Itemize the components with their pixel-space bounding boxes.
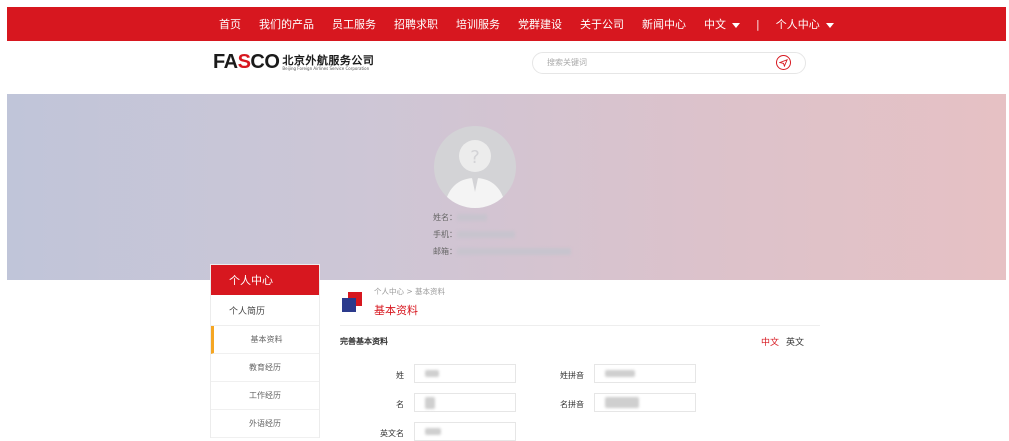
lang-toggle-chinese[interactable]: 中文 [761,338,779,348]
sidebar-item-basic-info[interactable]: 基本资料 [211,326,319,354]
chevron-down-icon [825,22,834,28]
page-title: 基本资料 [374,304,418,317]
english-name-label: 英文名 [380,429,404,438]
profile-name-row: 姓名： [433,209,571,226]
sidebar-header: 个人中心 [211,265,319,295]
nav-item-about[interactable]: 关于公司 [580,16,624,32]
language-toggle: 中文 英文 [761,335,804,348]
nav-separator: | [756,17,760,31]
lang-toggle-english[interactable]: 英文 [786,338,804,348]
profile-summary: 姓名： 手机： 邮箱： [433,209,571,260]
given-pinyin-label: 名拼音 [560,400,584,409]
given-name-field[interactable] [414,393,516,412]
nav-item-employee-services[interactable]: 员工服务 [332,16,376,32]
nav-item-training[interactable]: 培训服务 [456,16,500,32]
surname-field[interactable] [414,364,516,383]
nav-item-products[interactable]: 我们的产品 [259,16,314,32]
default-avatar-icon: ? [444,140,506,208]
given-name-label: 名 [396,400,404,409]
sidebar: 个人中心 个人简历 基本资料 教育经历 工作经历 外语经历 [210,264,320,438]
top-nav-bar: 首页 我们的产品 员工服务 招聘求职 培训服务 党群建设 关于公司 新闻中心 中… [7,7,1006,41]
english-name-field[interactable] [414,422,516,441]
surname-label: 姓 [396,371,404,380]
logo-chinese-name: 北京外航服务公司 [282,53,375,67]
svg-text:?: ? [470,147,480,168]
avatar[interactable]: ? [434,126,516,208]
nav-items: 首页 我们的产品 员工服务 招聘求职 培训服务 党群建设 关于公司 新闻中心 中… [219,7,852,41]
section-title-icon [342,292,362,312]
logo-wordmark: FASCO [213,51,280,73]
account-label: 个人中心 [775,18,820,31]
plane-search-icon[interactable] [776,55,791,70]
language-dropdown[interactable]: 中文 [704,16,740,32]
search-input[interactable] [545,57,769,68]
divider [340,325,820,326]
nav-item-home[interactable]: 首页 [219,16,241,32]
surname-pinyin-label: 姓拼音 [560,371,584,380]
account-dropdown[interactable]: 个人中心 [776,16,834,32]
nav-item-party-building[interactable]: 党群建设 [518,16,562,32]
sidebar-item-education[interactable]: 教育经历 [211,354,319,382]
nav-item-news[interactable]: 新闻中心 [642,16,686,32]
breadcrumb: 个人中心 > 基本资料 [374,287,446,296]
surname-pinyin-field[interactable] [594,364,696,383]
given-pinyin-field[interactable] [594,393,696,412]
profile-phone-row: 手机： [433,226,571,243]
logo-english-name: Beijing Foreign Airlines Service Corpora… [282,65,370,71]
sidebar-item-work-experience[interactable]: 工作经历 [211,382,319,410]
chevron-down-icon [732,22,740,28]
form-section-label: 完善基本资料 [340,337,388,346]
language-label: 中文 [704,18,726,31]
nav-item-recruitment[interactable]: 招聘求职 [394,16,438,32]
profile-email-row: 邮箱： [433,243,571,260]
sidebar-item-language-experience[interactable]: 外语经历 [211,410,319,438]
sidebar-section-resume[interactable]: 个人简历 [211,295,319,326]
company-logo[interactable]: FASCO 北京外航服务公司 Beijing Foreign Airlines … [213,51,374,74]
search-box [532,52,806,74]
